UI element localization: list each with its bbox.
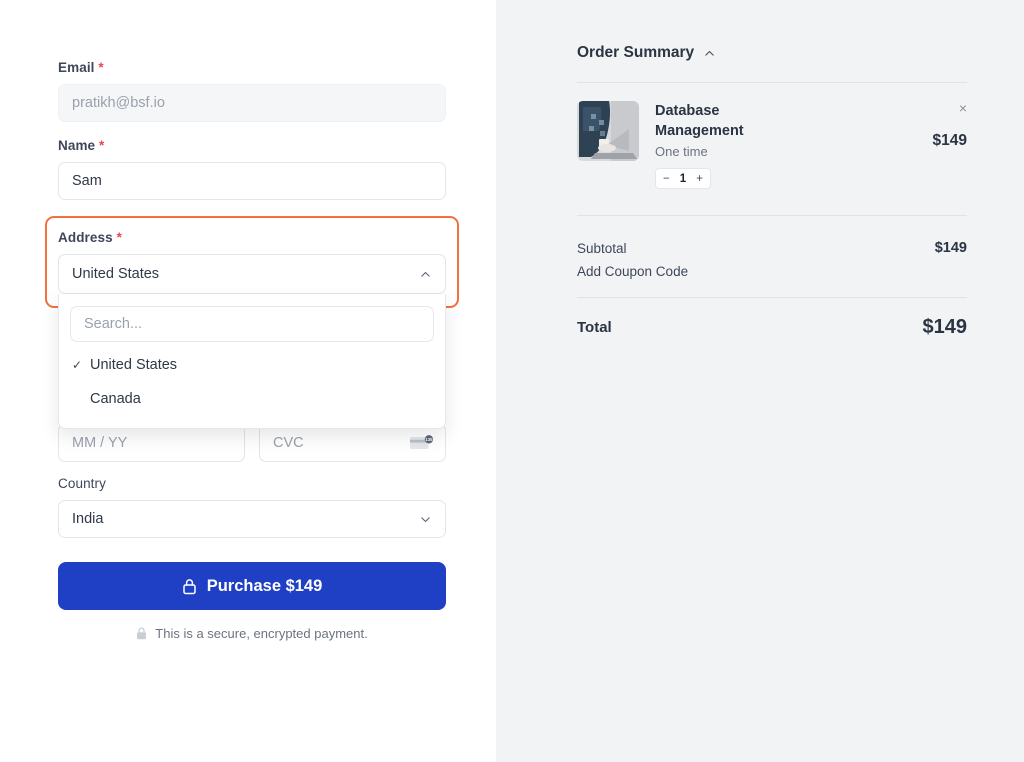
name-value: Sam — [72, 173, 102, 189]
order-item-row: Database Management One time − 1 + × $14… — [577, 83, 967, 189]
purchase-button[interactable]: Purchase $149 — [58, 562, 446, 610]
order-summary-pane: Order Summary — [496, 0, 1024, 762]
cvc-icon-digits: 135 — [425, 437, 433, 442]
country-option-label: Canada — [90, 391, 141, 407]
cvc-input[interactable]: CVC 135 — [259, 424, 446, 462]
quantity-value: 1 — [680, 173, 686, 185]
email-value: pratikh@bsf.io — [72, 95, 165, 111]
address-country-select[interactable]: United States — [58, 254, 446, 294]
name-input[interactable]: Sam — [58, 162, 446, 200]
quantity-increment-button[interactable]: + — [696, 173, 703, 185]
quantity-decrement-button[interactable]: − — [663, 173, 670, 185]
subtotal-row: Subtotal $149 — [577, 240, 967, 256]
purchase-button-label: Purchase $149 — [207, 577, 323, 596]
order-item-name: Database Management — [655, 101, 805, 141]
address-label-text: Address — [58, 230, 113, 245]
country-label: Country — [58, 476, 446, 491]
total-label: Total — [577, 319, 612, 336]
country-select[interactable]: India — [58, 500, 446, 538]
address-required-marker: * — [117, 230, 122, 245]
total-value: $149 — [923, 316, 968, 339]
expiration-placeholder: MM / YY — [72, 435, 127, 451]
country-option-label: United States — [90, 357, 177, 373]
chevron-up-icon — [419, 268, 432, 281]
remove-item-button[interactable]: × — [897, 101, 967, 115]
order-summary-header[interactable]: Order Summary — [577, 44, 967, 62]
address-label: Address * — [58, 230, 446, 245]
add-coupon-code-link[interactable]: Add Coupon Code — [577, 264, 967, 279]
payment-form-pane: Email * pratikh@bsf.io Name * Sam — [0, 0, 496, 762]
email-required-marker: * — [98, 60, 103, 75]
total-row: Total $149 — [577, 316, 967, 339]
order-item-billing: One time — [655, 144, 897, 159]
name-field-group: Name * Sam — [58, 138, 446, 200]
country-option-canada[interactable]: ✓ Canada — [70, 382, 434, 416]
cvc-placeholder: CVC — [273, 435, 304, 451]
order-item-price: $149 — [897, 132, 967, 150]
secure-payment-text: This is a secure, encrypted payment. — [155, 626, 367, 641]
country-search-input[interactable]: Search... — [70, 306, 434, 342]
email-label: Email * — [58, 60, 446, 75]
email-input[interactable]: pratikh@bsf.io — [58, 84, 446, 122]
chevron-up-icon[interactable] — [703, 47, 716, 60]
person-at-laptop-photo — [577, 101, 639, 161]
cvc-card-icon: 135 — [410, 435, 434, 451]
address-field-group: Address * United States Search... ✓ Uni — [45, 216, 459, 308]
summary-divider-bottom — [577, 297, 967, 298]
subtotal-label: Subtotal — [577, 241, 627, 256]
country-search-placeholder: Search... — [84, 316, 142, 332]
chevron-down-icon — [419, 513, 432, 526]
name-label: Name * — [58, 138, 446, 153]
name-label-text: Name — [58, 138, 95, 153]
summary-divider-middle — [577, 215, 967, 216]
order-item-right: × $149 — [897, 101, 967, 189]
lock-icon — [136, 627, 147, 640]
email-field-group: Email * pratikh@bsf.io — [58, 60, 446, 122]
product-thumbnail — [577, 101, 639, 161]
order-summary-title: Order Summary — [577, 44, 694, 62]
quantity-stepper[interactable]: − 1 + — [655, 168, 711, 189]
subtotal-value: $149 — [935, 240, 967, 256]
country-field-group: Country India — [58, 476, 446, 538]
secure-payment-note: This is a secure, encrypted payment. — [58, 626, 446, 641]
lock-icon — [182, 578, 197, 595]
address-country-selected: United States — [72, 266, 159, 282]
summary-totals: Subtotal $149 Add Coupon Code Total $149 — [577, 240, 967, 339]
checkout-page: Email * pratikh@bsf.io Name * Sam — [0, 0, 1024, 762]
country-selected-value: India — [72, 511, 103, 527]
order-item-details: Database Management One time − 1 + — [639, 101, 897, 189]
check-icon: ✓ — [72, 359, 83, 371]
country-option-united-states[interactable]: ✓ United States — [70, 348, 434, 382]
expiration-input[interactable]: MM / YY — [58, 424, 245, 462]
name-required-marker: * — [99, 138, 104, 153]
email-label-text: Email — [58, 60, 95, 75]
country-dropdown-panel: Search... ✓ United States ✓ Canada — [58, 294, 446, 429]
